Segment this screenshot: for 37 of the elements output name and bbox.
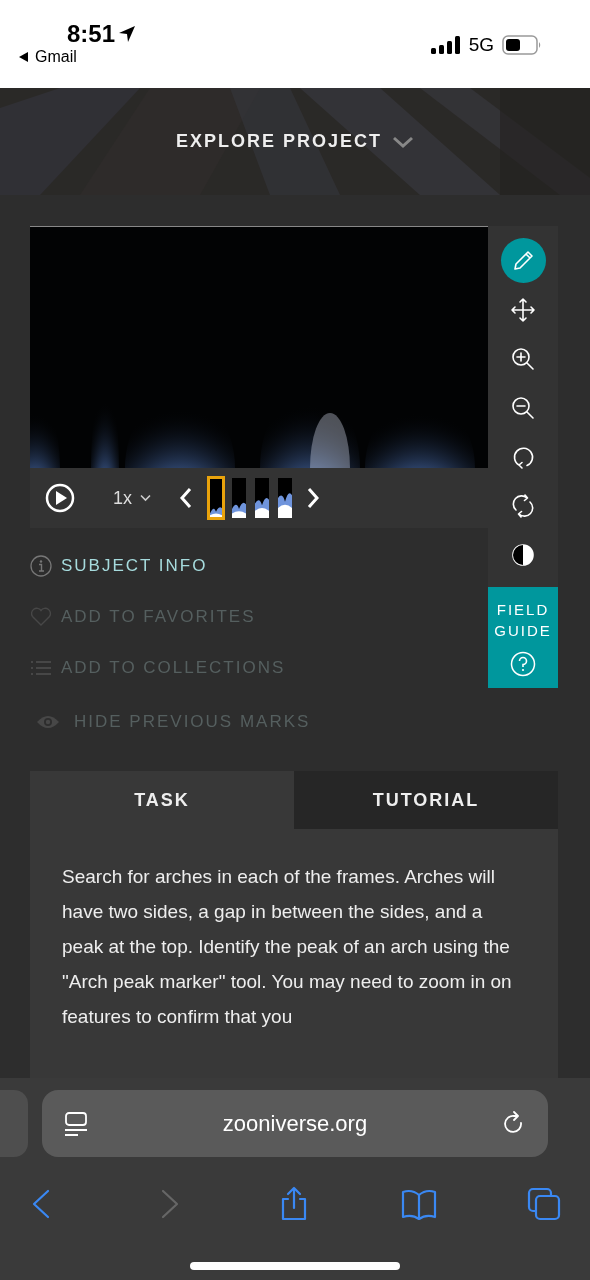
- back-triangle-icon[interactable]: [18, 51, 29, 63]
- tab[interactable]: TUTORIAL: [294, 771, 558, 829]
- zoom-out-icon: [510, 394, 536, 421]
- speed-dropdown[interactable]: 1x: [113, 487, 151, 509]
- back-app-link[interactable]: Gmail: [35, 48, 77, 66]
- list-icon: [30, 659, 52, 676]
- chevron-down-icon: [140, 494, 151, 502]
- explore-project-menu[interactable]: EXPLORE PROJECT: [175, 131, 414, 152]
- address-bar[interactable]: zooniverse.org: [42, 1090, 548, 1157]
- clock-time: 8:51: [67, 20, 116, 48]
- tabs-button[interactable]: [525, 1185, 563, 1223]
- help-icon: [510, 650, 536, 677]
- frame-thumbnail[interactable]: [230, 476, 248, 520]
- signal-icon: [430, 36, 461, 54]
- play-button[interactable]: [45, 483, 75, 513]
- move-arrows-icon: [510, 296, 536, 323]
- frame-thumbnail[interactable]: [276, 476, 294, 520]
- subject-info-link[interactable]: SUBJECT INFO: [30, 540, 488, 591]
- frame-thumbnail[interactable]: [207, 476, 225, 520]
- network-label: 5G: [468, 34, 494, 56]
- task-instructions: Search for arches in each of the frames. Arches will have two sides, a gap in between the sides, and a peak at the top. Identify the peak of an arch using the "Arch peak marker" tool. You may need to zoom in on features to confirm that you: [62, 865, 512, 1029]
- reader-icon[interactable]: [64, 1110, 88, 1137]
- battery-icon: [502, 35, 542, 55]
- chevron-down-icon: [392, 134, 414, 149]
- pencil-tool-button[interactable]: [500, 238, 546, 283]
- heart-icon: [30, 606, 52, 627]
- eye-icon: [36, 714, 60, 730]
- tab[interactable]: TASK: [30, 771, 294, 829]
- location-arrow-icon: [117, 24, 138, 44]
- contrast-icon: [510, 541, 536, 568]
- zoom-in-icon: [510, 345, 536, 372]
- next-frame-button[interactable]: [306, 487, 320, 509]
- frame-thumbnail[interactable]: [253, 476, 271, 520]
- refresh-icon: [510, 492, 536, 519]
- info-icon: [30, 554, 52, 577]
- previous-frame-button[interactable]: [179, 487, 193, 509]
- field-guide-button[interactable]: FIELD GUIDE: [488, 587, 558, 688]
